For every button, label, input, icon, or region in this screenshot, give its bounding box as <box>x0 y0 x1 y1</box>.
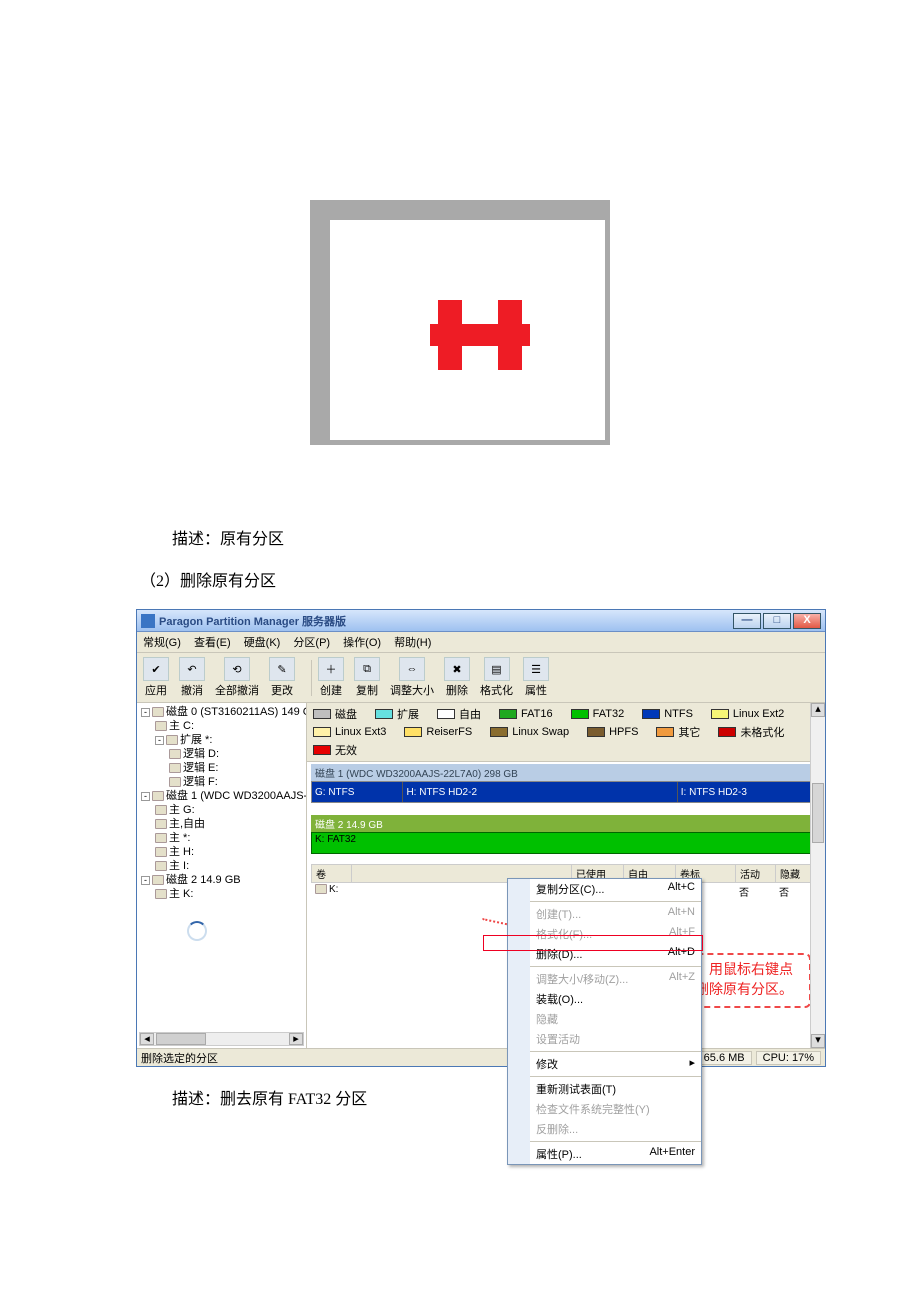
disk2-row: 磁盘 2 14.9 GB K: FAT32 <box>311 815 821 854</box>
tool-format[interactable]: ▤格式化 <box>480 657 513 698</box>
status-cpu: CPU: 17% <box>756 1051 821 1065</box>
step2-heading: （2）删除原有分区 <box>140 567 780 591</box>
minimize-button[interactable]: — <box>733 613 761 629</box>
disk2-k-partition[interactable]: K: FAT32 <box>311 832 821 854</box>
disk2-header: 磁盘 2 14.9 GB <box>311 815 821 832</box>
tree-item[interactable]: 主 K: <box>137 887 306 901</box>
tool-format-label: 格式化 <box>480 682 513 698</box>
tool-copy-label: 复制 <box>356 682 378 698</box>
tool-delete[interactable]: ✖删除 <box>444 657 470 698</box>
tool-undoall-label: 全部撤消 <box>215 682 259 698</box>
ctx-create: 创建(T)...Alt+N <box>530 904 701 924</box>
tool-resize[interactable]: ⇔调整大小 <box>390 657 434 698</box>
menu-action[interactable]: 操作(O) <box>343 637 381 649</box>
tool-props-label: 属性 <box>525 682 547 698</box>
tool-undo-label: 撤消 <box>181 682 203 698</box>
toolbar: ✔应用 ↶撤消 ⟲全部撤消 ✎更改 ＋创建 ⧉复制 ⇔调整大小 ✖删除 ▤格式化… <box>137 653 825 703</box>
window-title: Paragon Partition Manager 服务器版 <box>159 613 346 629</box>
tool-apply-label: 应用 <box>145 682 167 698</box>
change-icon: ✎ <box>269 657 295 681</box>
undo-icon: ↶ <box>179 657 205 681</box>
tree-item[interactable]: 主,自由 <box>137 817 306 831</box>
main-panel: 磁盘 扩展 自由 FAT16 FAT32 NTFS Linux Ext2 Lin… <box>307 703 825 1048</box>
tree-disk0[interactable]: -磁盘 0 (ST3160211AS) 149 GB <box>137 705 306 719</box>
tool-apply[interactable]: ✔应用 <box>143 657 169 698</box>
menubar: 常规(G) 查看(E) 硬盘(K) 分区(P) 操作(O) 帮助(H) <box>137 632 825 653</box>
disk1-row: 磁盘 1 (WDC WD3200AAJS-22L7A0) 298 GB G: N… <box>311 764 821 803</box>
tool-undo[interactable]: ↶撤消 <box>179 657 205 698</box>
ctx-setactive: 设置活动 <box>530 1029 701 1049</box>
tree-disk2[interactable]: -磁盘 2 14.9 GB <box>137 873 306 887</box>
disk1-bar[interactable]: G: NTFS H: NTFS HD2-2 I: NTFS HD2-3 <box>311 781 821 803</box>
tool-delete-label: 删除 <box>446 682 468 698</box>
menu-disk[interactable]: 硬盘(K) <box>244 637 281 649</box>
tool-create-label: 创建 <box>320 682 342 698</box>
fs-legend: 磁盘 扩展 自由 FAT16 FAT32 NTFS Linux Ext2 Lin… <box>307 703 825 762</box>
ctx-resize: 调整大小/移动(Z)...Alt+Z <box>530 969 701 989</box>
tool-change-label: 更改 <box>271 682 293 698</box>
partition-manager-window: Paragon Partition Manager 服务器版 — □ X 常规(… <box>136 609 826 1067</box>
tree-item[interactable]: 主 C: <box>137 719 306 733</box>
statusbar: 删除选定的分区 65.6 MB CPU: 17% <box>137 1048 825 1066</box>
apply-icon: ✔ <box>143 657 169 681</box>
caption-original-partition: 描述：原有分区 <box>140 525 780 549</box>
undoall-icon: ⟲ <box>224 657 250 681</box>
tool-create[interactable]: ＋创建 <box>318 657 344 698</box>
maximize-button[interactable]: □ <box>763 613 791 629</box>
menu-view[interactable]: 查看(E) <box>194 637 231 649</box>
tree-item[interactable]: 主 *: <box>137 831 306 845</box>
disk1-header: 磁盘 1 (WDC WD3200AAJS-22L7A0) 298 GB <box>311 764 821 781</box>
ctx-props[interactable]: 属性(P)...Alt+Enter <box>530 1144 701 1164</box>
tree-item[interactable]: 逻辑 D: <box>137 747 306 761</box>
resize-icon: ⇔ <box>399 657 425 681</box>
ctx-delete[interactable]: 删除(D)...Alt+D <box>530 944 701 964</box>
titlebar[interactable]: Paragon Partition Manager 服务器版 — □ X <box>137 610 825 632</box>
menu-general[interactable]: 常规(G) <box>143 637 181 649</box>
ctx-format: 格式化(F)...Alt+F <box>530 924 701 944</box>
status-text: 删除选定的分区 <box>141 1050 218 1066</box>
context-menu[interactable]: 复制分区(C)...Alt+C 创建(T)...Alt+N 格式化(F)...A… <box>507 878 702 1165</box>
create-icon: ＋ <box>318 657 344 681</box>
tree-item[interactable]: 逻辑 F: <box>137 775 306 789</box>
tool-resize-label: 调整大小 <box>390 682 434 698</box>
tree-item[interactable]: -扩展 *: <box>137 733 306 747</box>
tool-props[interactable]: ☰属性 <box>523 657 549 698</box>
tree-hscrollbar[interactable]: ◂▸ <box>139 1032 304 1046</box>
tree-disk1[interactable]: -磁盘 1 (WDC WD3200AAJS-22L7) <box>137 789 306 803</box>
tree-item[interactable]: 逻辑 E: <box>137 761 306 775</box>
props-icon: ☰ <box>523 657 549 681</box>
broken-image-placeholder <box>310 200 610 445</box>
main-vscrollbar[interactable]: ▴▾ <box>810 703 825 1048</box>
disk-tree[interactable]: -磁盘 0 (ST3160211AS) 149 GB 主 C: -扩展 *: 逻… <box>137 703 307 1048</box>
caption-delete-fat32: 描述：删去原有 FAT32 分区 <box>140 1085 780 1109</box>
ctx-copy[interactable]: 复制分区(C)...Alt+C <box>530 879 701 899</box>
tree-item[interactable]: 主 G: <box>137 803 306 817</box>
copy-icon: ⧉ <box>354 657 380 681</box>
delete-icon: ✖ <box>444 657 470 681</box>
close-button[interactable]: X <box>793 613 821 629</box>
format-icon: ▤ <box>484 657 510 681</box>
tree-item[interactable]: 主 H: <box>137 845 306 859</box>
tool-copy[interactable]: ⧉复制 <box>354 657 380 698</box>
ctx-undel: 反删除... <box>530 1119 701 1139</box>
toolbar-separator <box>311 660 312 696</box>
menu-partition[interactable]: 分区(P) <box>293 637 330 649</box>
tree-item[interactable]: 主 I: <box>137 859 306 873</box>
loading-icon <box>187 921 207 941</box>
ctx-hide: 隐藏 <box>530 1009 701 1029</box>
app-icon <box>141 614 155 628</box>
ctx-modify[interactable]: 修改▸ <box>530 1054 701 1074</box>
status-mem: 65.6 MB <box>697 1051 752 1065</box>
ctx-mount[interactable]: 装载(O)... <box>530 989 701 1009</box>
menu-help[interactable]: 帮助(H) <box>394 637 431 649</box>
tool-undoall[interactable]: ⟲全部撤消 <box>215 657 259 698</box>
tool-change[interactable]: ✎更改 <box>269 657 295 698</box>
